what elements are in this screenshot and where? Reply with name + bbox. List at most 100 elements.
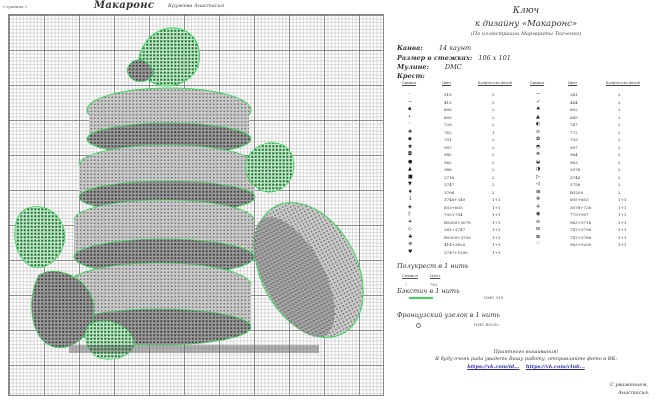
key-color: 762 [444,129,452,135]
key-color: 962 [444,159,452,165]
key-symbol: ⊕ [408,241,413,247]
key-strands: 2 [618,92,621,97]
footer-invite: Я буду очень рада увидеть Вашу работу, о… [434,356,618,362]
key-symbol: ⊗ [536,151,541,157]
key-color: 964 [570,152,578,157]
key-symbol: ∼ [536,91,541,97]
key-strands: 1+1 [618,234,627,240]
key-color: 963+3716 [570,219,592,225]
base-shadow [69,345,319,353]
sign-regards: С уважением, [610,382,649,388]
key-symbol: • [408,113,411,120]
key-strands: 2 [492,99,495,105]
key-color: 793+794 [444,212,463,217]
footer-thanks: Приятного вышивания! [493,349,559,355]
size-label: Размер в стежках: [397,54,473,62]
half-col-symbol: Символ [402,273,419,278]
key-color: 602 [570,107,578,112]
key-symbol: ◒ [536,158,541,165]
vk-link-2[interactable]: https://vk.com/club... [526,364,585,370]
key-symbol: − [408,98,413,105]
key-symbol: ◁ [536,181,540,187]
key-symbol: ◉ [536,211,541,217]
key-strands: 2 [618,99,621,105]
key-title: Ключ [512,6,540,16]
key-color: 3756 [570,182,581,187]
key-symbol: ♠ [536,106,541,112]
key-color: 791 [444,137,452,142]
key-color: 963 [570,159,578,165]
cross-spec: Крест: [397,72,425,80]
key-symbol: ✚ [408,128,413,135]
key-symbol: ⊟ [536,226,541,232]
key-strands: 2 [618,152,621,157]
floss-spec: Мулине: DMC [397,63,462,71]
key-strands: 2 [492,159,495,165]
key-color: 645 [570,114,578,120]
key-symbol: ⊞ [536,188,541,195]
left-ruler [0,14,8,396]
key-strands: 2 [618,107,621,112]
half-col-color: Цвет [430,273,441,278]
key-color: B5200+3756 [444,234,471,240]
key-symbol: ● [408,158,413,165]
key-color: 772 [570,129,578,135]
pattern-key: Ключ к дизайну «Макаронс» (По иллюстраци… [392,0,660,407]
sheet-title: Макаронс [94,0,155,11]
key-strands: 1+1 [492,234,501,240]
col-header-count-1: Количество нитей [478,81,512,85]
key-symbol: ▲ [408,166,412,172]
pattern-sheet: Страница 1 Макаронс Кружева Анастасия [0,0,392,407]
key-strands: 1+1 [618,227,627,232]
key-symbol: ✿ [536,136,541,142]
key-symbol: ♣ [408,233,413,240]
knot-value: DMC B5200 [474,322,499,327]
key-strands: 2 [492,182,495,187]
backstitch-value: DMC 310 [484,295,504,300]
key-color: B5200+3078 [444,219,471,225]
key-strands: 2 [618,189,621,195]
key-credit: (По иллюстрации Маргариты Ткаченко) [470,31,582,37]
key-symbol: · [408,91,410,97]
key-symbol: ⊘ [536,218,541,225]
key-strands: 1+1 [492,249,501,255]
key-subtitle: к дизайну «Макаронс» [474,19,578,29]
macaron-leaning [253,202,364,338]
size-value: 106 x 101 [478,54,511,62]
key-symbol: ⊙ [536,128,541,135]
key-color: 907 [444,144,452,150]
key-strands: 2 [492,137,495,142]
vk-link-1[interactable]: https://vk.com/id... [467,364,519,370]
key-symbol: ◦ [408,121,411,127]
pattern-drawing [14,27,364,360]
sign-name: Анастасия. [618,390,650,396]
key-color: 3747+5200 [444,249,468,255]
canvas-spec: Канва: 14 каунт [397,44,471,52]
key-color: 3747 [444,182,455,187]
stitch-grid [8,14,384,396]
key-color: 3716 [444,174,455,180]
key-strands: 2 [492,189,495,195]
key-symbol: ▼ [408,181,412,187]
key-strands: 2 [492,167,495,172]
key-symbol: ▲ [536,113,540,120]
key-strands: 2 [618,114,621,120]
key-symbol: ✦ [408,218,413,225]
key-color: 341 [570,92,578,97]
key-color: 444 [570,99,578,105]
key-color: 341+3747 [444,227,466,232]
key-color: 747+3766 [570,234,592,240]
key-strands: 1+1 [492,204,501,210]
key-symbol: ◘ [408,151,412,157]
key-strands: 1+1 [492,242,501,247]
backstitch-swatch [409,297,433,299]
key-symbol: ⊠ [536,233,541,240]
key-color: B5200 [570,189,584,195]
key-strands: 2 [492,144,495,150]
key-strands: 2 [618,122,621,127]
key-symbol: ■ [408,173,413,180]
key-strands: 1+1 [492,197,501,202]
key-color: 726 [444,122,452,127]
key-strands: 2 [492,107,495,112]
floss-label: Мулине: [397,63,429,71]
